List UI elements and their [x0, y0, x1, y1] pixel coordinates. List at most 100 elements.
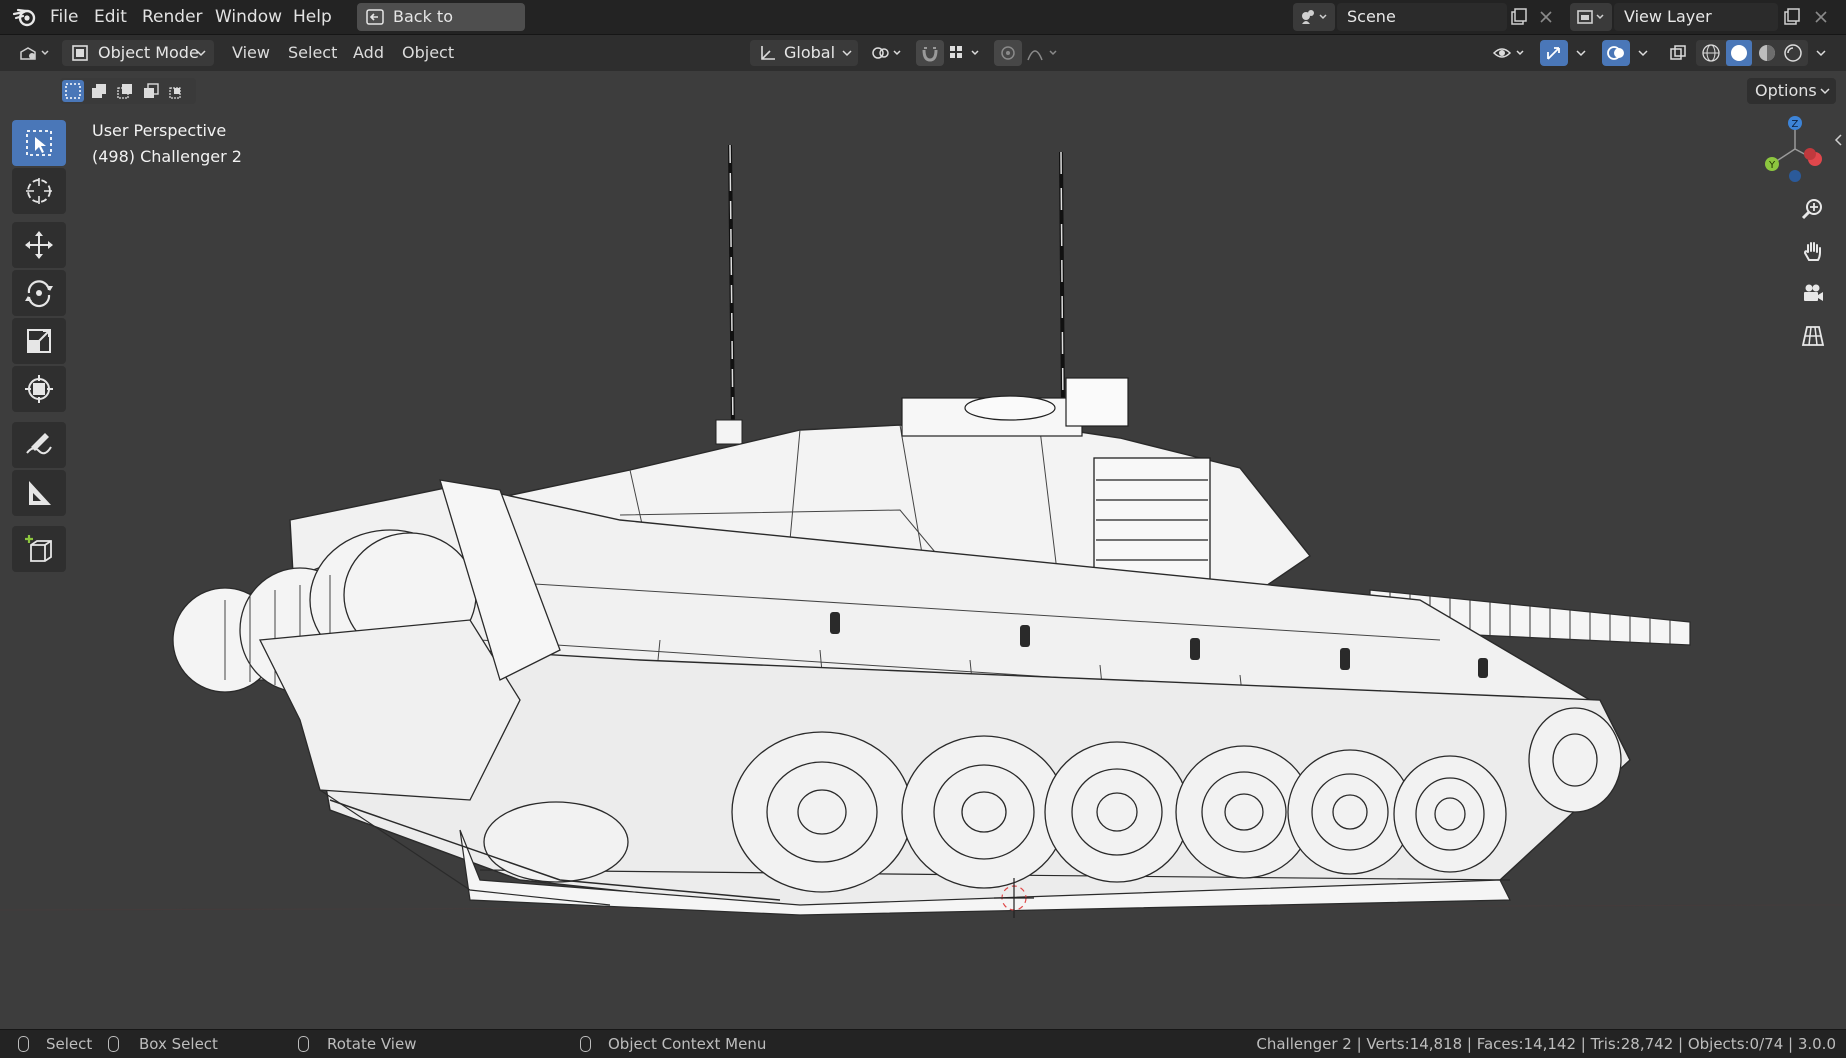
tank-wireframe-model[interactable]: [0, 106, 1846, 1028]
scene-name-field[interactable]: Scene: [1337, 3, 1507, 31]
orientation-label: Global: [784, 43, 836, 62]
grid-icon: [1801, 326, 1825, 346]
measure-ruler-icon: [29, 481, 51, 505]
annotate-tool[interactable]: [12, 422, 66, 468]
snap-toggle[interactable]: [916, 40, 944, 66]
toggle-perspective-button[interactable]: [1794, 317, 1832, 355]
new-scene-icon[interactable]: [1509, 7, 1529, 27]
zoom-button[interactable]: [1794, 190, 1832, 228]
scene-browse-button[interactable]: [1293, 3, 1335, 31]
select-box-icon: [26, 130, 52, 156]
drag-mouse-icon: [108, 1036, 119, 1052]
gizmo-dropdown[interactable]: [1570, 40, 1592, 66]
overlays-dropdown[interactable]: [1632, 40, 1654, 66]
collapse-sidebar-icon[interactable]: [1834, 134, 1844, 146]
blender-logo-icon[interactable]: [12, 6, 38, 28]
svg-text:Z: Z: [1792, 119, 1799, 130]
status-context-menu-hint: Object Context Menu: [608, 1035, 767, 1053]
pan-hand-icon: [1803, 242, 1821, 261]
rendered-shading-icon[interactable]: [1783, 43, 1803, 63]
wireframe-shading-icon[interactable]: [1701, 43, 1721, 63]
select-difference-icon: [144, 83, 159, 98]
header-menu-add[interactable]: Add: [353, 35, 384, 71]
select-mode-difference-button[interactable]: [140, 80, 162, 102]
select-box-tool[interactable]: [12, 120, 66, 166]
transform-tool[interactable]: [12, 366, 66, 412]
select-mode-subtract-button[interactable]: [114, 80, 136, 102]
magnet-icon: [922, 47, 938, 62]
chevron-down-icon: [1576, 50, 1586, 57]
svg-text:Y: Y: [1768, 160, 1776, 171]
back-to-previous-button[interactable]: Back to Previous: [357, 3, 525, 54]
solid-shading-button[interactable]: [1726, 40, 1752, 66]
menu-window[interactable]: Window: [211, 0, 286, 34]
menu-edit[interactable]: Edit: [90, 0, 131, 34]
chevron-down-icon: [1638, 50, 1648, 57]
navigation-gizmo[interactable]: Z Y: [1760, 114, 1830, 184]
scene-name-text: Scene: [1347, 7, 1396, 26]
chevron-down-icon: [842, 50, 852, 57]
measure-tool[interactable]: [12, 470, 66, 516]
view-layer-browse-button[interactable]: [1570, 3, 1612, 31]
view-layer-icon: [1577, 10, 1604, 24]
menu-render[interactable]: Render: [138, 0, 207, 34]
visibility-dropdown[interactable]: [1488, 40, 1532, 66]
object-mode-label: Object Mode: [98, 43, 199, 62]
right-mouse-icon: [580, 1036, 591, 1052]
delete-scene-icon[interactable]: [1537, 8, 1555, 26]
header-menu-select[interactable]: Select: [288, 35, 337, 71]
select-intersect-icon: [169, 87, 181, 99]
menu-help[interactable]: Help: [289, 0, 336, 34]
overlays-icon: [1607, 46, 1624, 60]
menu-file[interactable]: File: [46, 0, 82, 34]
3d-viewport[interactable]: User Perspective (498) Challenger 2 Z Y: [0, 106, 1846, 1028]
header-menu-object[interactable]: Object: [402, 35, 454, 71]
scene-icon: [1302, 10, 1327, 24]
gizmo-icon: [1547, 47, 1560, 60]
object-mode-icon: [72, 45, 88, 61]
zoom-icon: [1801, 199, 1822, 220]
camera-view-button[interactable]: [1794, 274, 1832, 312]
new-view-layer-icon[interactable]: [1782, 7, 1802, 27]
xray-toggle[interactable]: [1664, 40, 1692, 66]
select-mode-extend-button[interactable]: [88, 80, 110, 102]
annotate-pencil-icon: [26, 433, 52, 455]
active-object-label: (498) Challenger 2: [92, 147, 242, 166]
select-mode-new-button[interactable]: [62, 80, 84, 102]
cursor-icon: [26, 178, 52, 204]
rotate-tool[interactable]: [12, 270, 66, 316]
select-mode-intersect-button[interactable]: [166, 80, 188, 102]
selection-mode-group: [60, 78, 196, 104]
chevron-down-icon: [1820, 88, 1830, 95]
transform-orientation-dropdown[interactable]: Global: [750, 40, 858, 66]
proportional-editing-icon: [1001, 46, 1015, 60]
chevron-down-icon: [1816, 50, 1826, 57]
back-arrow-icon: [366, 9, 384, 25]
add-cube-tool[interactable]: [12, 526, 66, 572]
scale-tool[interactable]: [12, 318, 66, 364]
status-select-hint: Select: [46, 1035, 93, 1053]
delete-view-layer-icon[interactable]: [1812, 8, 1830, 26]
object-mode-dropdown[interactable]: Object Mode: [62, 40, 214, 66]
solid-shading-icon: [1731, 45, 1747, 61]
overlays-toggle[interactable]: [1602, 40, 1630, 66]
left-mouse-icon: [18, 1036, 29, 1052]
view-layer-name-field[interactable]: View Layer: [1614, 3, 1778, 31]
snap-target-dropdown[interactable]: [946, 40, 986, 66]
material-preview-icon[interactable]: [1757, 43, 1777, 63]
cursor-tool[interactable]: [12, 168, 66, 214]
editor-type-button[interactable]: [14, 40, 56, 66]
editor-type-icon: [20, 47, 49, 60]
proportional-editing-toggle[interactable]: [994, 40, 1022, 66]
gizmo-toggle[interactable]: [1540, 40, 1568, 66]
falloff-dropdown[interactable]: [1024, 40, 1064, 66]
add-cube-icon: [25, 535, 52, 562]
viewport-header: Object Mode View Select Add Object Globa…: [0, 35, 1846, 71]
select-subtract-icon: [117, 84, 132, 99]
pivot-point-dropdown[interactable]: [866, 40, 908, 66]
move-tool[interactable]: [12, 222, 66, 268]
pan-button[interactable]: [1794, 233, 1832, 271]
header-menu-view[interactable]: View: [232, 35, 270, 71]
options-dropdown[interactable]: Options: [1747, 78, 1836, 104]
shading-dropdown[interactable]: [1810, 40, 1832, 66]
